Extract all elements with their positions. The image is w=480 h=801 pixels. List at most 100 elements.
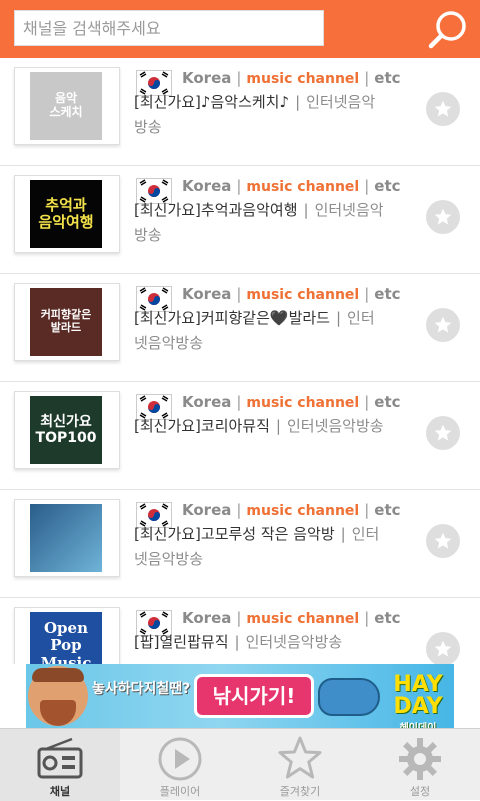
channel-country: Korea <box>182 501 232 519</box>
top-bar <box>0 0 480 58</box>
favorite-button[interactable] <box>426 524 460 558</box>
meta-separator: | <box>364 285 370 303</box>
tab-player[interactable]: 플레이어 <box>120 729 240 801</box>
channel-name: [팝]열린팝뮤직 <box>134 633 229 651</box>
channel-country: Korea <box>182 609 232 627</box>
search-input[interactable] <box>15 11 323 45</box>
desc-separator: | <box>275 417 281 435</box>
desc-separator: | <box>295 93 301 111</box>
channel-row[interactable]: Open Pop Music Korea | music channel | etc [… <box>0 598 480 664</box>
channel-extra: etc <box>374 393 401 411</box>
channel-row[interactable]: 최신가요 TOP100 Korea | music channel | etc [최신가… <box>0 382 480 490</box>
channel-thumbnail: 최신가요 TOP100 <box>30 396 102 464</box>
channel-thumbnail-frame: Open Pop Music <box>14 607 120 664</box>
channel-tag: music channel <box>246 503 360 519</box>
tab-favorites[interactable]: 즐겨찾기 <box>240 729 360 801</box>
ad-banner[interactable]: 놓사하다지칠땐? 낚시가기! HAY DAY헤이데이 <box>26 664 454 728</box>
channel-name: [최신가요]커피향같은🖤발라드 <box>134 309 330 327</box>
ad-cta-button[interactable]: 낚시가기! <box>194 674 314 718</box>
star-icon <box>434 424 452 441</box>
channel-meta: Korea | music channel | etc <box>182 609 401 627</box>
channel-description: [최신가요]고모루성 작은 음악방 | 인터넷음악방송 <box>134 522 384 572</box>
channel-description: [최신가요]코리아뮤직 | 인터넷음악방송 <box>134 414 384 439</box>
channel-country: Korea <box>182 393 232 411</box>
star-icon <box>434 208 452 225</box>
desc-separator: | <box>340 525 346 543</box>
channel-name: [최신가요]고모루성 작은 음악방 <box>134 525 335 543</box>
tab-label: 채널 <box>49 785 71 798</box>
star-icon <box>434 100 452 117</box>
ad-logo: HAY DAY헤이데이 <box>386 668 450 729</box>
meta-separator: | <box>236 285 242 303</box>
channel-extra: etc <box>374 177 401 195</box>
channel-thumbnail-frame: 음악 스케치 <box>14 67 120 145</box>
bottom-tab-bar: 채널 플레이어 즐겨찾기 설정 <box>0 728 480 801</box>
channel-row[interactable]: Korea | music channel | etc [최신가요]고모루성 작은 음악… <box>0 490 480 598</box>
channel-description: [최신가요]커피향같은🖤발라드 | 인터넷음악방송 <box>134 306 384 356</box>
ad-tagline: 놓사하다지칠땐? <box>92 681 191 697</box>
favorite-button[interactable] <box>426 200 460 234</box>
channel-meta: Korea | music channel | etc <box>182 69 401 87</box>
channel-row[interactable]: 커피향같은 발라드 Korea | music channel | etc [최신가요]… <box>0 274 480 382</box>
channel-name: [최신가요]추억과음악여행 <box>134 201 298 219</box>
play-icon <box>158 737 202 781</box>
channel-tag: music channel <box>246 287 360 303</box>
channel-country: Korea <box>182 177 232 195</box>
tab-channel[interactable]: 채널 <box>0 729 120 801</box>
favorite-button[interactable] <box>426 416 460 450</box>
channel-source: 인터넷음악방송 <box>245 633 343 651</box>
channel-thumbnail-frame: 커피향같은 발라드 <box>14 283 120 361</box>
ad-logo-subtext: 헤이데이 <box>386 718 450 728</box>
channel-country: Korea <box>182 69 232 87</box>
meta-separator: | <box>236 69 242 87</box>
favorite-button[interactable] <box>426 632 460 664</box>
channel-description: [최신가요]♪음악스케치♪ | 인터넷음악방송 <box>134 90 384 140</box>
meta-separator: | <box>364 177 370 195</box>
channel-thumbnail-frame: 추억과 음악여행 <box>14 175 120 253</box>
tab-label: 설정 <box>409 785 431 798</box>
channel-extra: etc <box>374 285 401 303</box>
meta-separator: | <box>364 393 370 411</box>
star-icon <box>278 736 322 779</box>
desc-separator: | <box>303 201 309 219</box>
favorite-button[interactable] <box>426 92 460 126</box>
channel-row[interactable]: 추억과 음악여행 Korea | music channel | etc [최신가요]추… <box>0 166 480 274</box>
channel-thumbnail: 커피향같은 발라드 <box>30 288 102 356</box>
channel-thumbnail <box>30 504 102 572</box>
meta-separator: | <box>236 501 242 519</box>
channel-meta: Korea | music channel | etc <box>182 285 401 303</box>
search-button[interactable] <box>426 8 470 52</box>
meta-separator: | <box>364 609 370 627</box>
channel-thumbnail: 추억과 음악여행 <box>30 180 102 248</box>
star-icon <box>434 316 452 333</box>
search-field[interactable] <box>14 10 324 46</box>
meta-separator: | <box>236 609 242 627</box>
channel-country: Korea <box>182 285 232 303</box>
meta-separator: | <box>236 393 242 411</box>
channel-name: [최신가요]♪음악스케치♪ <box>134 93 290 111</box>
desc-separator: | <box>234 633 240 651</box>
channel-tag: music channel <box>246 179 360 195</box>
desc-separator: | <box>335 309 342 327</box>
meta-separator: | <box>236 177 242 195</box>
tab-settings[interactable]: 설정 <box>360 729 480 801</box>
channel-source: 인터넷음악방송 <box>286 417 384 435</box>
gear-icon <box>399 738 441 780</box>
channel-row[interactable]: 음악 스케치 Korea | music channel | etc [최신가요]♪음악… <box>0 58 480 166</box>
channel-thumbnail: 음악 스케치 <box>30 72 102 140</box>
channel-meta: Korea | music channel | etc <box>182 501 401 519</box>
star-icon <box>434 640 452 657</box>
channel-tag: music channel <box>246 71 360 87</box>
channel-extra: etc <box>374 501 401 519</box>
channel-list[interactable]: 음악 스케치 Korea | music channel | etc [최신가요]♪음악… <box>0 58 480 664</box>
channel-thumbnail-frame <box>14 499 120 577</box>
channel-tag: music channel <box>246 395 360 411</box>
ad-fish-image <box>318 678 380 716</box>
channel-name: [최신가요]코리아뮤직 <box>134 417 270 435</box>
ad-logo-text: HAY DAY <box>393 672 443 719</box>
channel-tag: music channel <box>246 611 360 627</box>
channel-meta: Korea | music channel | etc <box>182 393 401 411</box>
star-icon <box>434 532 452 549</box>
favorite-button[interactable] <box>426 308 460 342</box>
tab-label: 즐겨찾기 <box>279 785 321 798</box>
